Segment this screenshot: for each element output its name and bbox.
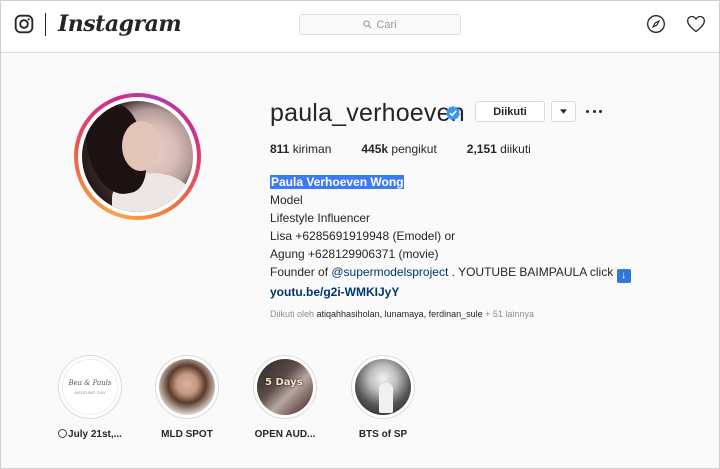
highlight-label: BTS of SP [358,429,408,440]
profile-username: paula_verhoeven [270,99,465,127]
followed-by-names: atiqahhasiholan, lunamaya, ferdinan_sule [316,309,483,319]
highlight-cover-text: 5 Days [265,377,303,388]
highlight-cover-subtext: WEDDING DAY [74,390,106,395]
stat-followers-label: pengikut [391,142,437,156]
search-icon [363,20,372,29]
more-dot-icon [586,109,589,113]
activity-heart-icon[interactable] [686,14,706,34]
search-input[interactable]: Cari [299,14,461,35]
stat-following-label: diikuti [500,142,531,156]
highlight-label: July 21st,... [45,429,135,440]
bio-line: Founder of @supermodelsproject . YOUTUBE… [270,263,631,283]
highlight-cover-text: Bea & Pauls [68,379,112,387]
down-arrow-emoji-icon: ↓ [616,269,631,283]
profile-stats: 811 kiriman 445k pengikut 2,151 diikuti [270,142,561,156]
bio-founder-prefix: Founder of [270,265,332,279]
more-dot-icon [599,109,602,113]
story-highlight[interactable]: BTS of SP [338,355,428,440]
bio-youtube-text: . YOUTUBE BAIMPAULA click [448,265,617,279]
more-dot-icon [592,109,596,113]
stat-followers[interactable]: 445k pengikut [361,142,436,156]
more-options-button[interactable] [586,102,602,120]
profile-avatar[interactable] [74,93,201,220]
following-button[interactable]: Diikuti [475,101,545,122]
bio-full-name: Paula Verhoeven Wong [270,175,405,189]
highlight-label: MLD SPOT [161,429,213,440]
bio-line: Agung +628129906371 (movie) [270,247,439,261]
bio-line: Lisa +6285691919948 (Emodel) or [270,229,456,243]
followed-by-prefix: Diikuti oleh [270,309,317,319]
instagram-wordmark[interactable]: Instagram [58,11,182,37]
triangle-down-icon [560,109,567,114]
profile-photo [82,101,193,212]
stat-following[interactable]: 2,151 diikuti [467,142,531,156]
highlight-cover [159,359,215,415]
story-highlight[interactable]: MLD SPOT [142,355,232,440]
bio-line: Lifestyle Influencer [270,211,371,225]
search-placeholder: Cari [376,18,397,31]
instagram-logo-icon[interactable] [14,14,34,34]
bio-external-link[interactable]: youtu.be/g2i-WMKIJyY [270,285,399,299]
story-highlight[interactable]: 5 Days OPEN AUD... [240,355,330,440]
stat-posts-value: 811 [270,142,290,156]
stat-posts-label: kiriman [292,142,332,156]
nav-divider [45,13,46,36]
stat-followers-value: 445k [361,142,389,156]
profile-bio: Paula Verhoeven Wong Model Lifestyle Inf… [270,173,631,301]
highlight-cover: 5 Days [257,359,313,415]
highlight-cover [355,359,411,415]
story-highlight[interactable]: Bea & Pauls WEDDING DAY July 21st,... [45,355,135,440]
followed-by-more: + 51 lainnya [482,309,534,319]
highlight-label: OPEN AUD... [254,429,316,440]
highlight-cover: Bea & Pauls WEDDING DAY [62,359,118,415]
verified-badge-icon [445,105,461,121]
top-nav: Instagram Cari [1,1,719,53]
bio-mention-link[interactable]: @supermodelsproject [331,265,448,279]
stat-following-value: 2,151 [466,142,497,156]
stat-posts: 811 kiriman [270,142,331,156]
bio-line: Model [270,193,303,207]
followed-by[interactable]: Diikuti oleh atiqahhasiholan, lunamaya, … [270,309,534,319]
suggested-dropdown-button[interactable] [551,101,576,122]
explore-compass-icon[interactable] [646,14,666,34]
ring-emoji-icon [58,429,68,438]
